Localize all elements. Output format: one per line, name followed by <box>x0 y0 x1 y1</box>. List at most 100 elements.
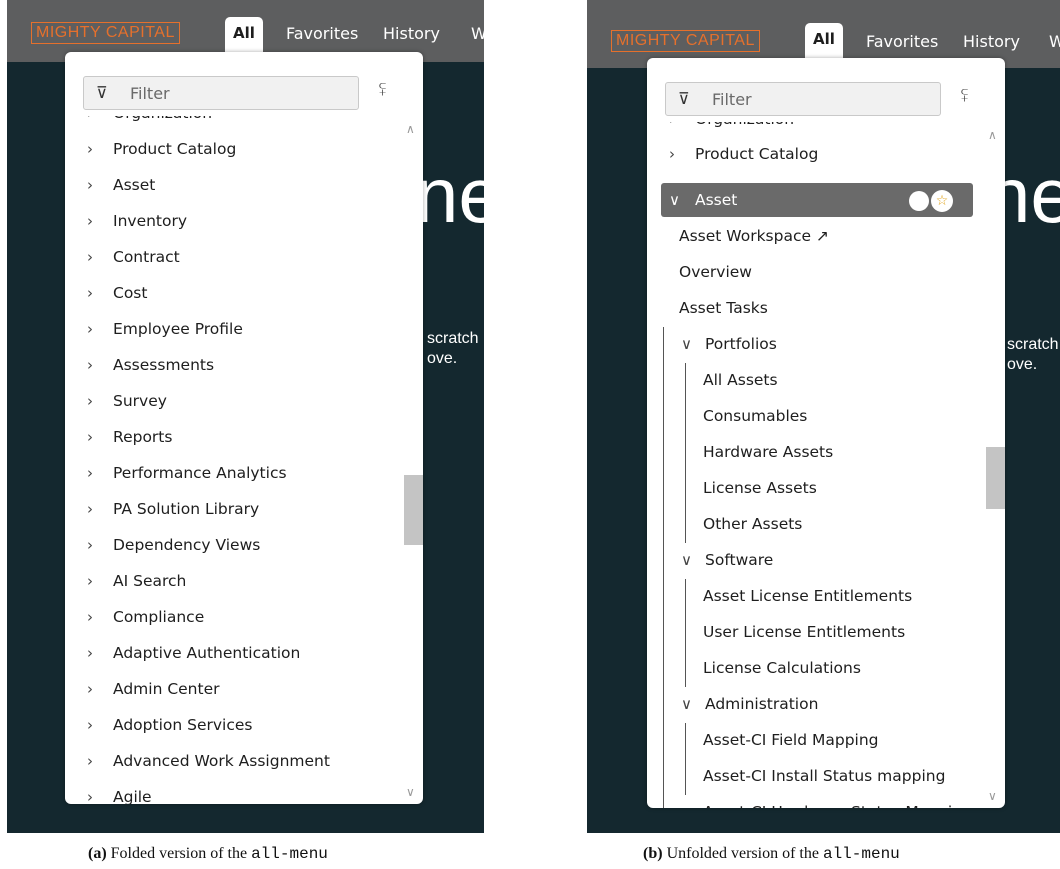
tree-line <box>663 327 664 808</box>
chevron-right-icon: › <box>87 572 93 590</box>
caption-text: Folded version of the <box>110 845 248 862</box>
menu-item-label: Asset-CI Install Status mapping <box>703 767 946 785</box>
menu-item-label: Hardware Assets <box>703 443 834 461</box>
menu-item-label: AI Search <box>113 572 187 590</box>
menu-item-label: Reports <box>113 428 173 446</box>
chevron-right-icon: › <box>87 752 93 770</box>
menu-item-label: Asset-CI Hardware Status Mapping <box>703 795 972 808</box>
chevron-right-icon: › <box>87 464 93 482</box>
menu-item-label: Cost <box>113 284 148 302</box>
pin-icon[interactable]: ⪿ <box>379 80 386 100</box>
background-text: scratch <box>427 330 479 347</box>
menu-item-label: Software <box>705 551 774 569</box>
chevron-right-icon: › <box>669 122 675 136</box>
menu-item-label: Asset-CI Field Mapping <box>703 731 879 749</box>
menu-item-label: Dependency Views <box>113 536 261 554</box>
menu-item-label: Contract <box>113 248 180 266</box>
background-text: scratch <box>1007 336 1059 353</box>
menu-item-label: All Assets <box>703 371 778 389</box>
unfolded-menu-screenshot: MIGHTY CAPITAL All Favorites History W n… <box>587 0 1060 833</box>
menu-item-label: Portfolios <box>705 335 777 353</box>
menu-list: › Organization › Product Catalog ∨ Asset… <box>647 122 1005 808</box>
star-icon[interactable]: ☆ <box>931 190 953 212</box>
tab-history[interactable]: History <box>383 24 440 43</box>
filter-input[interactable]: ⊽ Filter <box>665 82 941 116</box>
chevron-right-icon: › <box>87 248 93 266</box>
folded-menu-screenshot: MIGHTY CAPITAL All Favorites History W n… <box>7 0 484 833</box>
chevron-right-icon: › <box>87 212 93 230</box>
tree-line <box>685 723 686 795</box>
chevron-down-icon: ∨ <box>681 335 692 353</box>
menu-item-label: Advanced Work Assignment <box>113 752 330 770</box>
menu-item-label: Asset Workspace ↗ <box>679 227 829 245</box>
menu-item-label: Other Assets <box>703 515 803 533</box>
chevron-right-icon: › <box>87 284 93 302</box>
chevron-right-icon: › <box>87 680 93 698</box>
chevron-down-icon: ∨ <box>669 191 680 209</box>
company-logo: MIGHTY CAPITAL <box>31 22 180 44</box>
chevron-right-icon: › <box>87 320 93 338</box>
chevron-down-icon: ∨ <box>681 695 692 713</box>
tree-line <box>685 363 686 543</box>
company-logo: MIGHTY CAPITAL <box>611 30 760 52</box>
caption-b: (b) Unfolded version of the all-menu <box>643 845 900 863</box>
chevron-right-icon: › <box>87 392 93 410</box>
chevron-right-icon: › <box>87 140 93 158</box>
menu-item-label: Inventory <box>113 212 188 230</box>
menu-item-label: Employee Profile <box>113 320 243 338</box>
pin-icon[interactable]: ⪿ <box>961 86 968 106</box>
caption-a: (a) Folded version of the all-menu <box>88 845 328 863</box>
menu-item-label: Asset Tasks <box>679 299 768 317</box>
caption-code: all-menu <box>822 845 900 863</box>
filter-input[interactable]: ⊽ Filter <box>83 76 359 110</box>
chevron-right-icon: › <box>87 176 93 194</box>
menu-item-label: Compliance <box>113 608 205 626</box>
tab-history[interactable]: History <box>963 32 1020 51</box>
chevron-right-icon: › <box>87 536 93 554</box>
filter-placeholder: Filter <box>712 90 752 109</box>
chevron-right-icon: › <box>87 428 93 446</box>
caption-text: Unfolded version of the <box>666 845 819 862</box>
background-text: ove. <box>1007 356 1038 373</box>
menu-item-label: Overview <box>679 263 752 281</box>
menu-item-label: Agile <box>113 788 152 804</box>
menu-item-label: License Assets <box>703 479 817 497</box>
filter-placeholder: Filter <box>130 84 170 103</box>
filter-icon: ⊽ <box>96 83 108 102</box>
menu-item-label: Asset <box>113 176 156 194</box>
tab-favorites[interactable]: Favorites <box>866 32 938 51</box>
menu-item-label: Adaptive Authentication <box>113 644 301 662</box>
menu-item-label: License Calculations <box>703 659 861 677</box>
menu-item-label: Product Catalog <box>113 140 237 158</box>
tab-workspaces[interactable]: W <box>471 24 484 43</box>
chevron-right-icon: › <box>87 788 93 804</box>
menu-item-label: Asset License Entitlements <box>703 587 913 605</box>
background-text: ove. <box>427 350 458 367</box>
menu-item-label: Survey <box>113 392 167 410</box>
chevron-down-icon: ∨ <box>681 551 692 569</box>
caption-code: all-menu <box>251 845 328 863</box>
menu-item-label: Administration <box>705 695 819 713</box>
menu-item-label: Consumables <box>703 407 808 425</box>
menu-list: › Organization ›Product Catalog›Asset›In… <box>65 116 423 804</box>
tab-workspaces[interactable]: W <box>1049 32 1060 51</box>
tab-favorites[interactable]: Favorites <box>286 24 358 43</box>
menu-item-asset-expanded[interactable]: ∨ Asset ☆ <box>661 183 973 217</box>
caption-tag: (b) <box>643 845 663 862</box>
menu-item-label: Admin Center <box>113 680 220 698</box>
tree-line <box>685 579 686 687</box>
chevron-right-icon: › <box>87 644 93 662</box>
caption-tag: (a) <box>88 845 107 862</box>
chevron-right-icon: › <box>669 145 675 163</box>
menu-item-label: Performance Analytics <box>113 464 287 482</box>
chevron-right-icon: › <box>87 608 93 626</box>
edit-circle-icon[interactable] <box>909 191 929 211</box>
menu-item-label: User License Entitlements <box>703 623 906 641</box>
filter-icon: ⊽ <box>678 89 690 108</box>
chevron-right-icon: › <box>87 716 93 734</box>
menu-item-label: Adoption Services <box>113 716 253 734</box>
all-menu-dropdown: ⊽ Filter ⪿ ∧ ∨ › Organization › Product … <box>647 58 1005 808</box>
background-heading: ne <box>415 151 484 239</box>
chevron-right-icon: › <box>87 116 93 130</box>
chevron-right-icon: › <box>87 356 93 374</box>
